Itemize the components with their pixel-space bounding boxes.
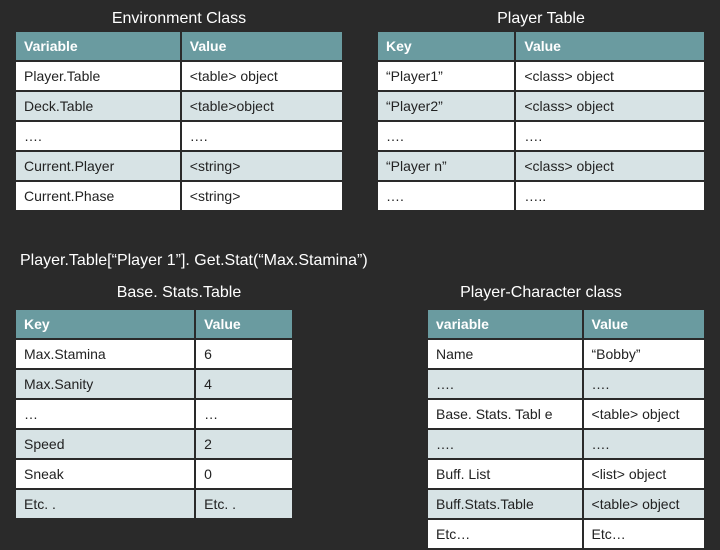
table-row: Base. Stats. Tabl e<table> object bbox=[428, 400, 704, 428]
env-header-variable: Variable bbox=[16, 32, 180, 60]
table-row: Name“Bobby” bbox=[428, 340, 704, 368]
player-header-value: Value bbox=[516, 32, 704, 60]
table-row: Buff.Stats.Table<table> object bbox=[428, 490, 704, 518]
player-table: Key Value “Player1”<class> object “Playe… bbox=[376, 30, 706, 212]
table-row: Player.Table<table> object bbox=[16, 62, 342, 90]
table-row: …… bbox=[16, 400, 292, 428]
table-row: ….…. bbox=[378, 122, 704, 150]
table-row: ….…. bbox=[428, 430, 704, 458]
pc-header-variable: variable bbox=[428, 310, 582, 338]
table-row: Speed2 bbox=[16, 430, 292, 458]
table-row: Etc. .Etc. . bbox=[16, 490, 292, 518]
player-character-title: Player-Character class bbox=[376, 278, 706, 306]
table-row: Current.Player<string> bbox=[16, 152, 342, 180]
table-row: Deck.Table<table>object bbox=[16, 92, 342, 120]
table-row: Max.Sanity4 bbox=[16, 370, 292, 398]
code-expression: Player.Table[“Player 1”]. Get.Stat(“Max.… bbox=[20, 252, 368, 270]
table-row: “Player2”<class> object bbox=[378, 92, 704, 120]
player-table-title: Player Table bbox=[376, 4, 706, 32]
base-header-value: Value bbox=[196, 310, 292, 338]
table-row: ….…. bbox=[428, 370, 704, 398]
table-row: Max.Stamina6 bbox=[16, 340, 292, 368]
table-row: ….…. bbox=[16, 122, 342, 150]
table-row: Etc…Etc… bbox=[428, 520, 704, 548]
base-stats-title: Base. Stats.Table bbox=[14, 278, 344, 306]
player-character-table: variable Value Name“Bobby” ….…. Base. St… bbox=[426, 308, 706, 550]
env-class-table: Variable Value Player.Table<table> objec… bbox=[14, 30, 344, 212]
pc-header-value: Value bbox=[584, 310, 704, 338]
table-row: “Player1”<class> object bbox=[378, 62, 704, 90]
table-row: “Player n”<class> object bbox=[378, 152, 704, 180]
base-header-key: Key bbox=[16, 310, 194, 338]
table-row: Current.Phase<string> bbox=[16, 182, 342, 210]
table-row: Sneak0 bbox=[16, 460, 292, 488]
env-class-title: Environment Class bbox=[14, 4, 344, 32]
table-row: Buff. List<list> object bbox=[428, 460, 704, 488]
player-header-key: Key bbox=[378, 32, 514, 60]
env-header-value: Value bbox=[182, 32, 342, 60]
table-row: ….….. bbox=[378, 182, 704, 210]
base-stats-table: Key Value Max.Stamina6 Max.Sanity4 …… Sp… bbox=[14, 308, 294, 520]
